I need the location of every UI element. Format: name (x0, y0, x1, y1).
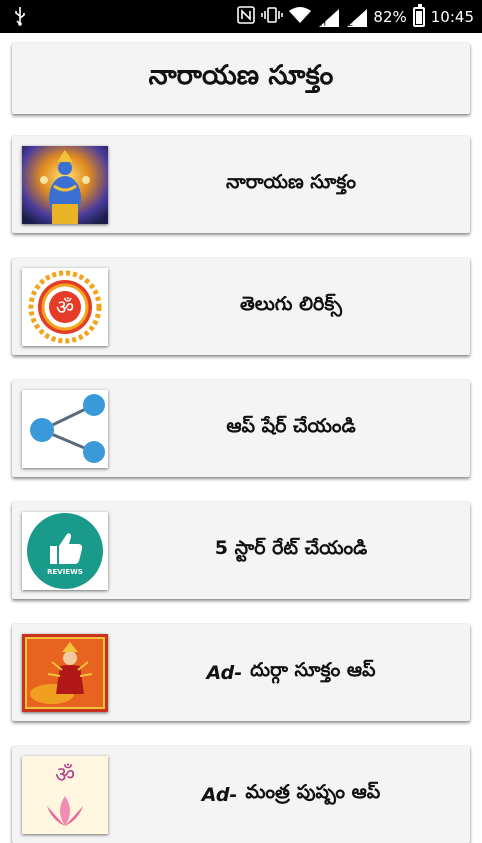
list-item-ad-durga-suktam[interactable]: Ad- దుర్గా సూక్తం ఆప్ (12, 624, 470, 721)
reviews-badge: REVIEWS (47, 568, 83, 576)
item-label: Ad- దుర్గా సూక్తం ఆప్ (206, 659, 376, 684)
list-item-telugu-lyrics[interactable]: ॐ తెలుగు లిరిక్స్ (12, 258, 470, 355)
svg-text:ॐ: ॐ (56, 295, 74, 319)
ad-prefix: Ad- (206, 661, 243, 684)
ad-prefix: Ad- (201, 783, 238, 806)
reviews-thumbs-up-icon: REVIEWS (22, 512, 108, 590)
item-label: ఆప్ షేర్ చేయండి (226, 415, 356, 437)
om-icon: ॐ (22, 268, 108, 346)
svg-text:ॐ: ॐ (55, 763, 75, 788)
usb-icon (14, 6, 26, 31)
wifi-icon (289, 6, 312, 28)
signal-icon: E (345, 8, 368, 28)
nfc-icon (237, 5, 256, 28)
list-item-rate-app[interactable]: REVIEWS 5 స్టార్ రేట్ చేయండి (12, 502, 470, 599)
item-label: తెలుగు లిరిక్స్ (240, 293, 342, 315)
item-label: నారాయణ సూక్తం (225, 171, 356, 193)
item-label: Ad- మంత్ర పుష్పం ఆప్ (201, 781, 381, 806)
page-title: నారాయణ సూక్తం (148, 59, 334, 91)
list-item-share-app[interactable]: ఆప్ షేర్ చేయండి (12, 380, 470, 477)
item-label: 5 స్టార్ రేట్ చేయండి (214, 537, 368, 559)
durga-image (22, 634, 108, 712)
om-lotus-image: ॐ (22, 756, 108, 834)
clock: 10:45 (430, 7, 474, 26)
title-card: నారాయణ సూక్తం (12, 43, 470, 114)
list-item-narayana-suktam[interactable]: నారాయణ సూక్తం (12, 136, 470, 233)
share-icon (22, 390, 108, 468)
svg-text:E: E (348, 19, 353, 28)
battery-icon (412, 3, 425, 27)
battery-percent: 82% (373, 7, 407, 26)
signal-icon: H (317, 8, 340, 28)
vibrate-icon (261, 6, 284, 28)
list-item-ad-mantra-pushpam[interactable]: ॐ Ad- మంత్ర పుష్పం ఆప్ (12, 746, 470, 843)
vishnu-image (22, 146, 108, 224)
svg-text:H: H (320, 19, 326, 28)
status-bar: H E 82% 10:45 (0, 0, 482, 33)
